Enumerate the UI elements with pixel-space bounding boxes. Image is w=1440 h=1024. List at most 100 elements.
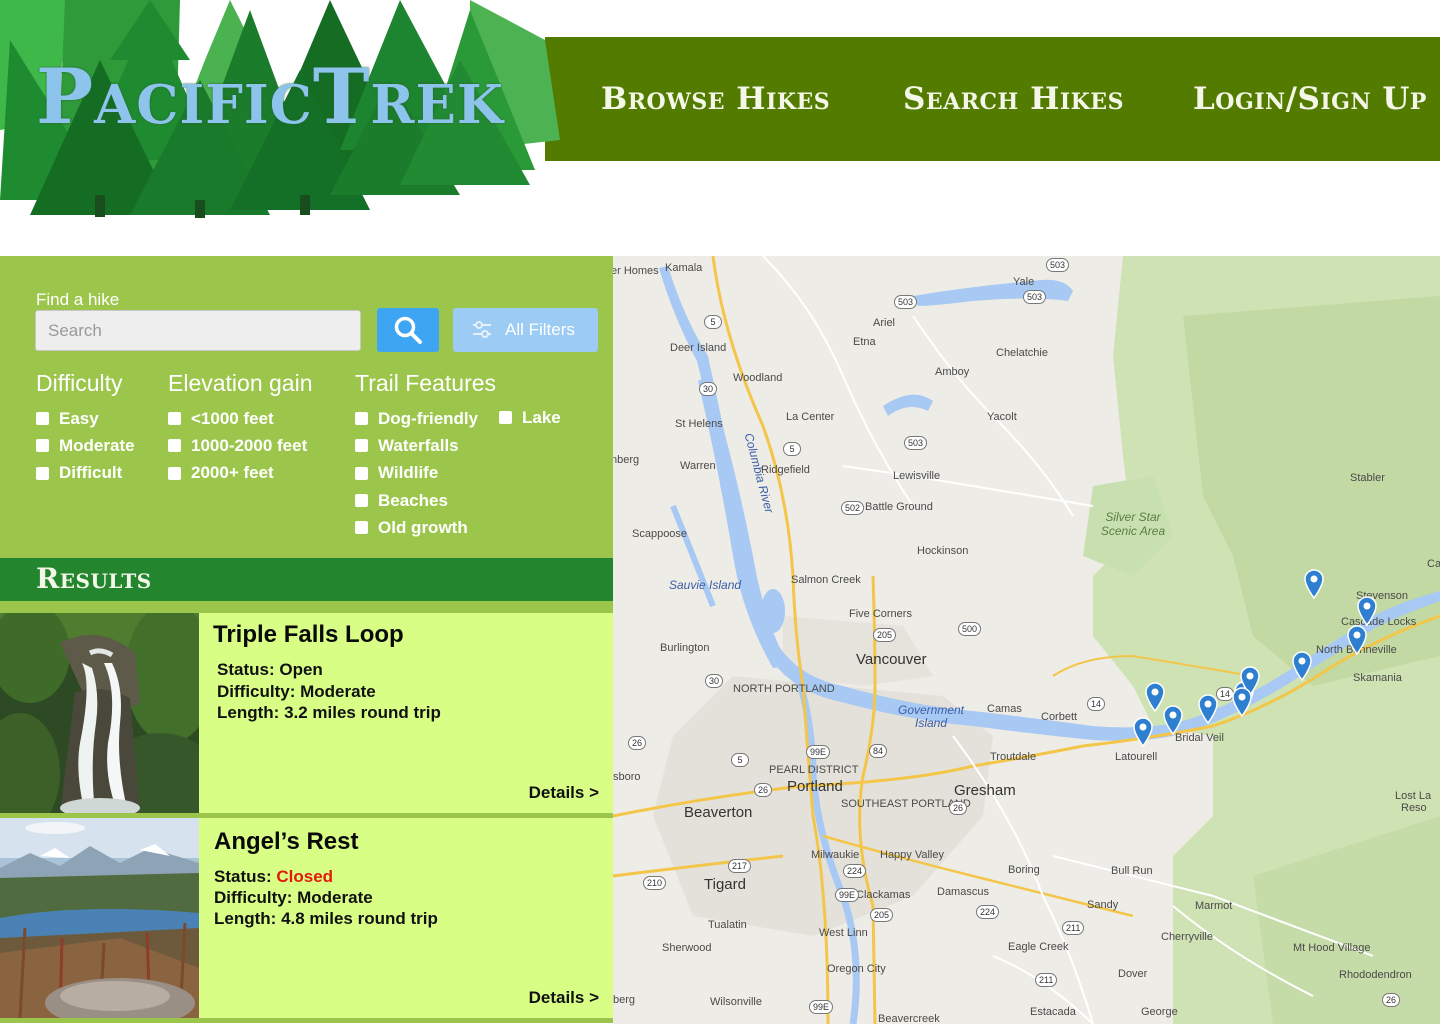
nav-browse-hikes[interactable]: Browse Hikes: [601, 37, 830, 161]
route-shield: 224: [843, 864, 867, 878]
checkbox[interactable]: [355, 439, 368, 453]
filter-old-growth[interactable]: Old growth: [355, 514, 496, 541]
hike-difficulty: Difficulty: Moderate: [214, 888, 373, 908]
map-town-label: PEARL DISTRICT: [769, 764, 859, 776]
route-shield: 14: [1087, 697, 1106, 711]
result-card[interactable]: Angel’s Rest Status: Closed Difficulty: …: [0, 818, 613, 1018]
trail-marker-icon[interactable]: [1303, 569, 1325, 599]
search-input[interactable]: [35, 310, 361, 351]
map[interactable]: Vancouver Portland Gresham Beaverton Tigard e…: [613, 256, 1440, 1024]
route-shield: 211: [1035, 973, 1058, 987]
map-town-label: Burlington: [660, 642, 710, 654]
logo[interactable]: PacificTrek: [0, 0, 560, 220]
route-shield: 30: [699, 382, 718, 396]
result-card[interactable]: Triple Falls Loop Status: Open Difficult…: [0, 613, 613, 813]
checkbox[interactable]: [168, 466, 181, 480]
waterfall-photo: [0, 613, 199, 813]
trail-marker-icon[interactable]: [1346, 625, 1368, 655]
difficulty-filter-group: Difficulty Easy Moderate Difficult: [36, 370, 135, 487]
map-town-label: Salmon Creek: [791, 574, 861, 586]
filter-moderate[interactable]: Moderate: [36, 432, 135, 459]
map-town-label: er Homes: [613, 265, 659, 277]
checkbox[interactable]: [355, 412, 368, 426]
route-shield: 26: [1382, 993, 1401, 1007]
checkbox[interactable]: [168, 439, 181, 453]
map-town-label: Happy Valley: [880, 849, 944, 861]
hike-title[interactable]: Angel’s Rest: [214, 828, 358, 856]
route-shield: 224: [976, 905, 1000, 919]
nav-login-signup[interactable]: Login/Sign Up: [1193, 37, 1427, 161]
map-town-label: Mt Hood Village: [1293, 942, 1371, 954]
trail-marker-icon[interactable]: [1291, 651, 1313, 681]
all-filters-label: All Filters: [505, 320, 575, 339]
sliders-icon: [473, 321, 491, 338]
map-town-label: West Linn: [819, 927, 868, 939]
features-filter-group: Trail Features Dog-friendly Waterfalls W…: [355, 370, 496, 541]
length-label: Length:: [217, 703, 280, 722]
route-shield: 210: [643, 876, 667, 890]
checkbox[interactable]: [355, 494, 368, 508]
checkbox[interactable]: [499, 411, 512, 425]
trail-marker-icon[interactable]: [1162, 705, 1184, 735]
filter-waterfalls[interactable]: Waterfalls: [355, 432, 496, 459]
map-city-label: Vancouver: [856, 651, 927, 668]
elevation-filter-group: Elevation gain <1000 feet 1000-2000 feet…: [168, 370, 313, 487]
hike-length: Length: 4.8 miles round trip: [214, 909, 438, 929]
trail-marker-icon[interactable]: [1132, 717, 1154, 747]
map-town-label: Chelatchie: [996, 347, 1048, 359]
checkbox[interactable]: [168, 412, 181, 426]
difficulty-label: Difficulty:: [217, 682, 296, 701]
checkbox[interactable]: [36, 439, 49, 453]
filter-option-label: Dog-friendly: [378, 408, 479, 428]
card-divider: [0, 1018, 613, 1023]
filter-1000-2000[interactable]: 1000-2000 feet: [168, 432, 313, 459]
checkbox[interactable]: [36, 466, 49, 480]
filter-easy[interactable]: Easy: [36, 405, 135, 432]
filter-lake[interactable]: Lake: [499, 404, 561, 431]
details-link[interactable]: Details >: [529, 988, 599, 1008]
details-link[interactable]: Details >: [529, 783, 599, 803]
map-town-label: St Helens: [675, 418, 723, 430]
filter-beaches[interactable]: Beaches: [355, 487, 496, 514]
filter-difficult[interactable]: Difficult: [36, 460, 135, 487]
trail-marker-icon[interactable]: [1356, 596, 1378, 626]
checkbox[interactable]: [36, 412, 49, 426]
map-town-label: Camas: [987, 703, 1022, 715]
map-city-label: Beaverton: [684, 804, 753, 821]
map-water-label: Government Island: [897, 703, 965, 730]
find-hike-label: Find a hike: [36, 290, 120, 309]
filter-panel: Find a hike All Filters Difficulty Easy …: [0, 256, 613, 558]
map-town-label: Lewisville: [893, 470, 941, 482]
route-shield: 5: [704, 315, 722, 329]
difficulty-value: Moderate: [297, 888, 373, 907]
results-title: Results: [36, 562, 152, 595]
length-label: Length:: [214, 909, 277, 928]
map-town-label: Deer Island: [670, 342, 727, 354]
map-city-label: Gresham: [954, 782, 1016, 799]
filter-dog-friendly[interactable]: Dog-friendly: [355, 405, 496, 432]
all-filters-button[interactable]: All Filters: [453, 308, 598, 352]
map-town-label: Battle Ground: [865, 501, 933, 513]
checkbox[interactable]: [355, 466, 368, 480]
search-button[interactable]: [377, 308, 439, 352]
filter-wildlife[interactable]: Wildlife: [355, 460, 496, 487]
route-shield: 503: [1023, 290, 1047, 304]
hike-difficulty: Difficulty: Moderate: [217, 682, 376, 702]
checkbox[interactable]: [355, 521, 368, 535]
nav-search-hikes[interactable]: Search Hikes: [903, 37, 1124, 161]
trail-marker-icon[interactable]: [1197, 694, 1219, 724]
magnifier-icon: [394, 316, 422, 344]
hike-title[interactable]: Triple Falls Loop: [213, 621, 404, 649]
map-area-label: Silver Star Scenic Area: [1100, 510, 1166, 538]
filter-2000-plus[interactable]: 2000+ feet: [168, 460, 313, 487]
map-town-label: Rhododendron: [1339, 969, 1412, 981]
map-town-label: Clackamas: [856, 889, 911, 901]
filter-under-1000[interactable]: <1000 feet: [168, 405, 313, 432]
trail-marker-icon[interactable]: [1231, 687, 1253, 717]
map-town-label: Marmot: [1195, 900, 1233, 912]
route-shield: 26: [949, 801, 968, 815]
filter-option-label: Wildlife: [378, 463, 439, 483]
route-shield: 26: [754, 783, 773, 797]
length-value: 4.8 miles round trip: [281, 909, 438, 928]
route-shield: 205: [873, 628, 897, 642]
